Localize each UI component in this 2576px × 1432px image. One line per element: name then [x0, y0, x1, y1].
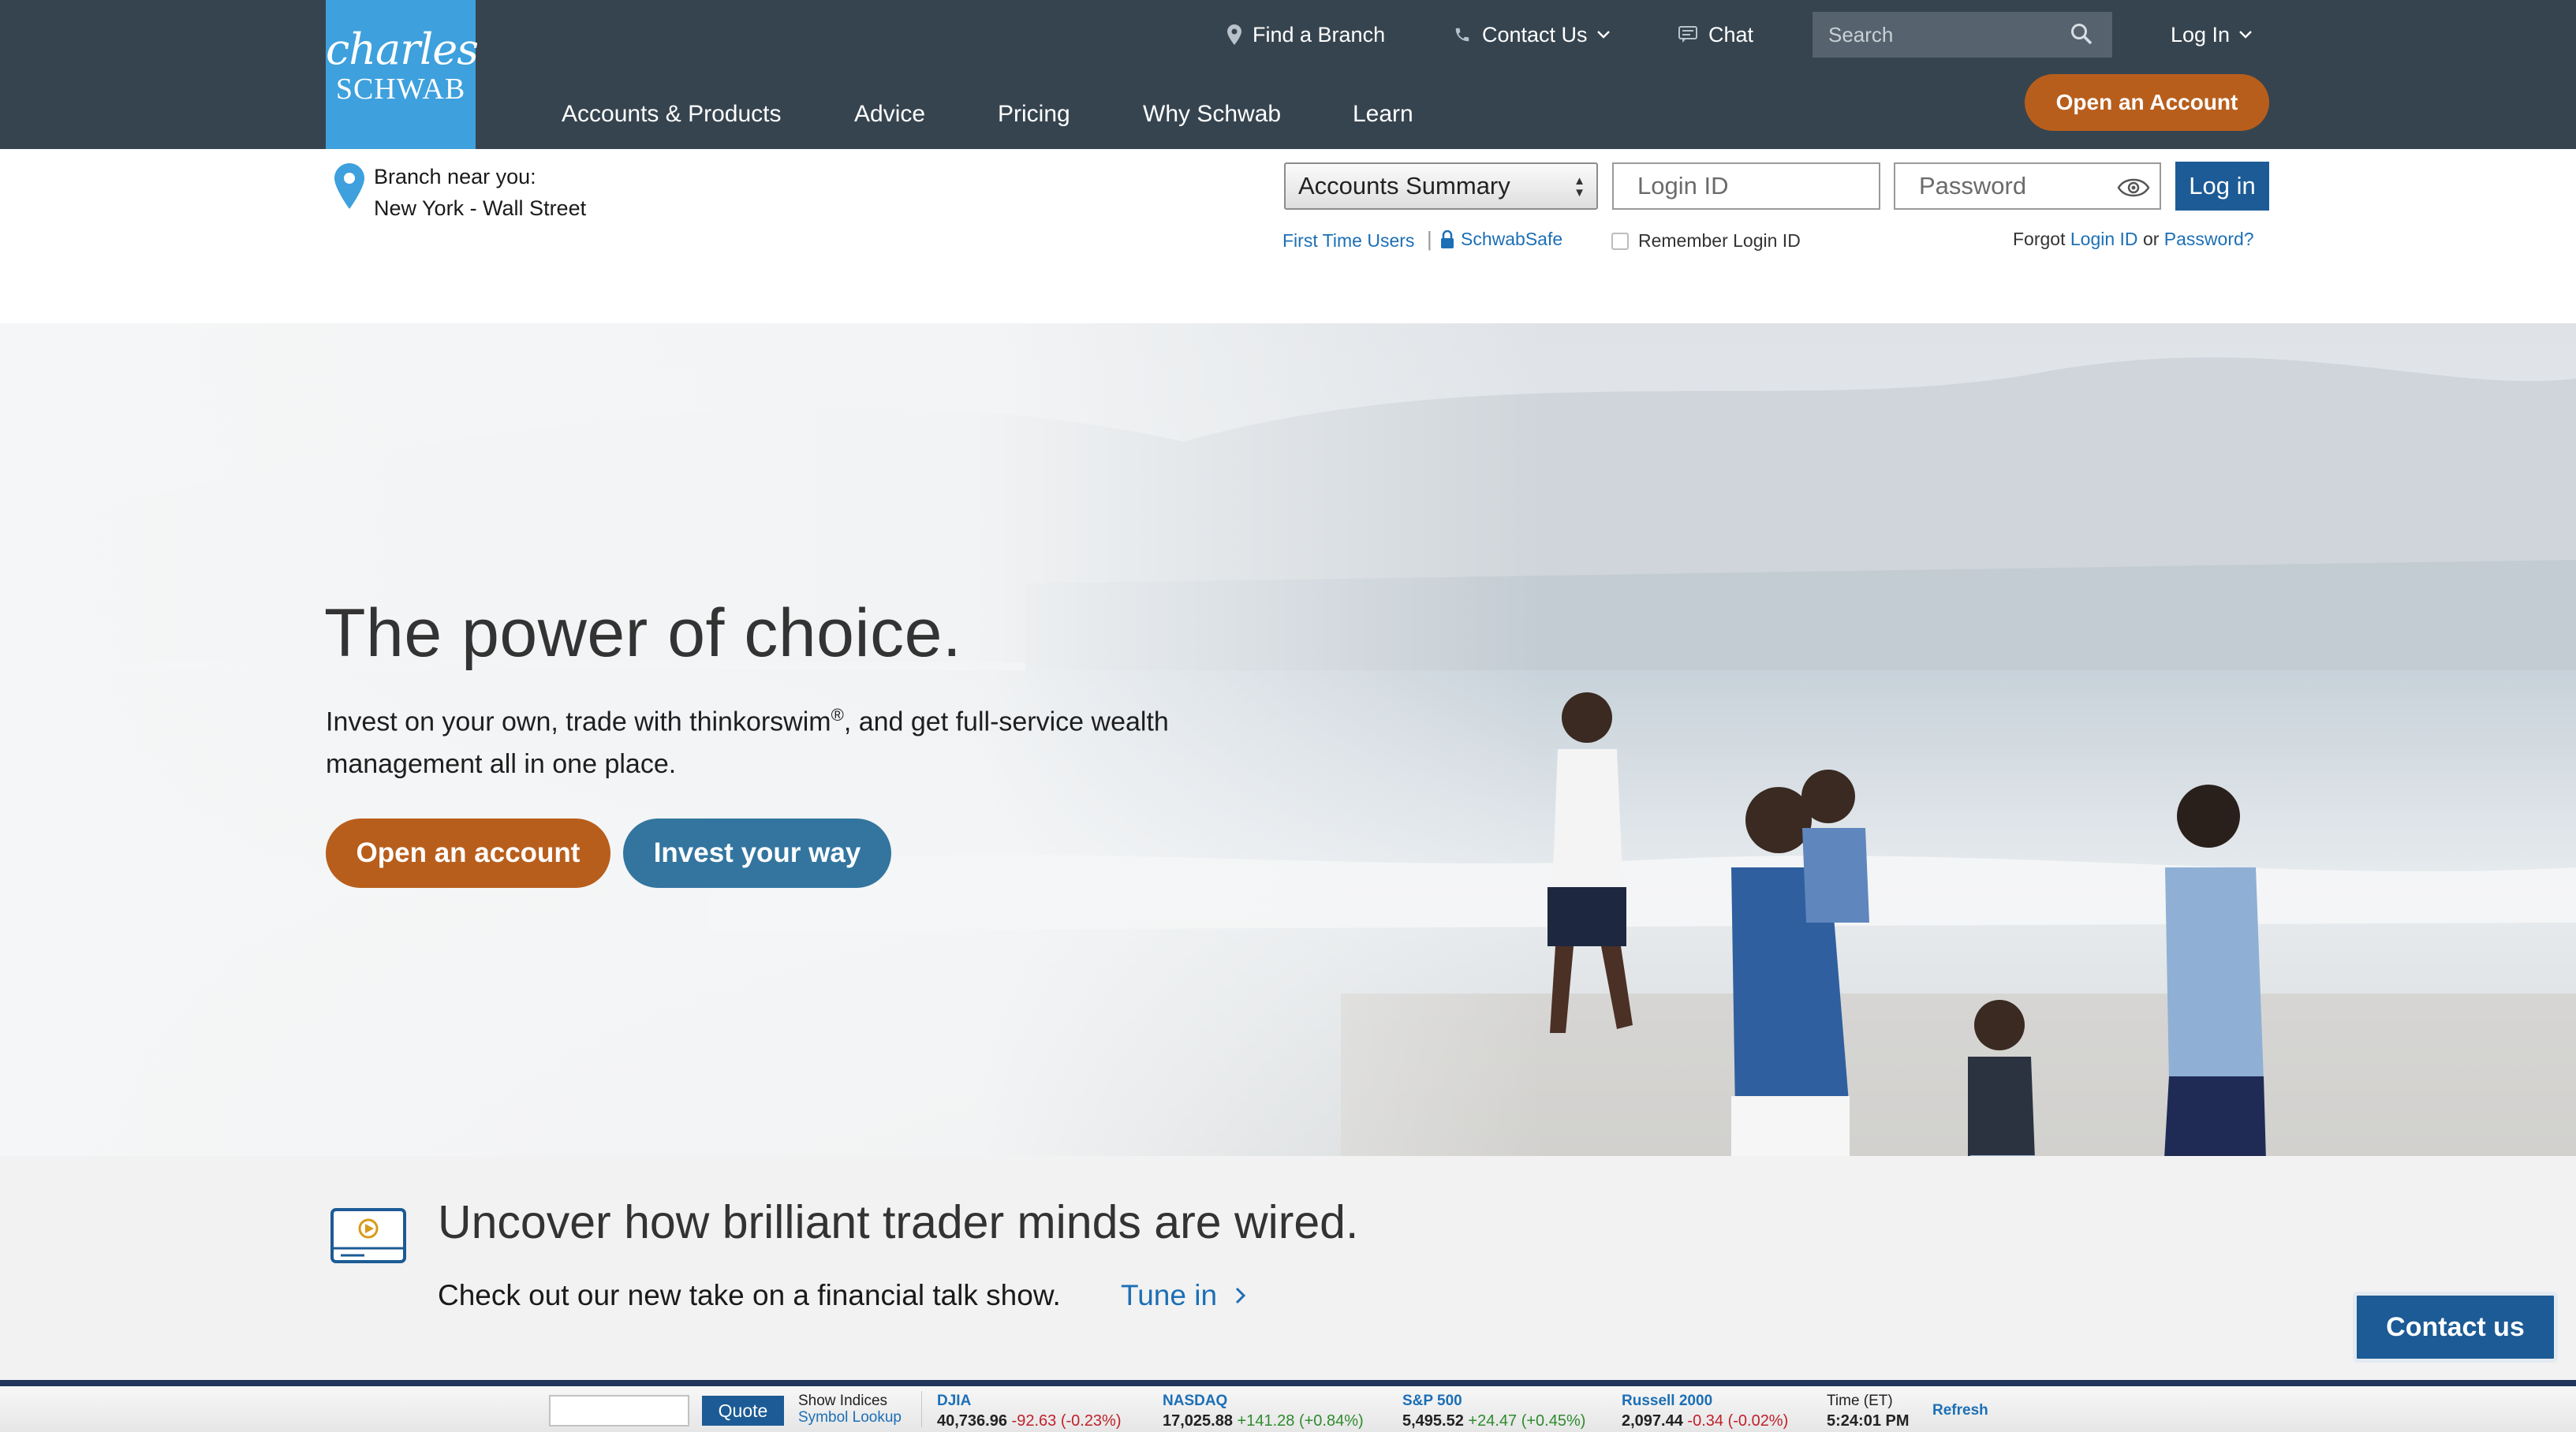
promo-title: Uncover how brilliant trader minds are w…	[438, 1196, 1359, 1248]
password-placeholder: Password	[1919, 172, 2027, 200]
index-value: 2,097.44	[1622, 1412, 1683, 1430]
forgot-prefix: Forgot	[2013, 229, 2066, 249]
search-icon[interactable]	[2070, 22, 2093, 46]
quote-button[interactable]: Quote	[702, 1396, 784, 1426]
eye-icon[interactable]	[2117, 178, 2150, 197]
promo-subtitle: Check out our new take on a financial ta…	[438, 1279, 1061, 1311]
schwab-safe-link[interactable]: SchwabSafe	[1440, 229, 1562, 250]
password-input[interactable]: Password	[1894, 162, 2161, 210]
forgot-login-id-link[interactable]: Login ID	[2070, 229, 2138, 249]
location-pin-icon	[1227, 24, 1241, 45]
branch-name: New York - Wall Street	[374, 196, 587, 220]
index-value: 5,495.52	[1402, 1412, 1464, 1430]
ticker-divider	[0, 1380, 2576, 1386]
log-in-label: Log In	[2171, 22, 2231, 47]
forgot-password-link[interactable]: Password?	[2164, 229, 2254, 249]
refresh-link[interactable]: Refresh	[1932, 1402, 1988, 1419]
contact-us-label: Contact Us	[1482, 22, 1588, 47]
checkbox-box[interactable]	[1611, 232, 1629, 250]
location-pin-icon	[334, 163, 364, 209]
open-account-header-button[interactable]: Open an Account	[2025, 74, 2269, 131]
first-time-users-link[interactable]: First Time Users	[1282, 230, 1414, 252]
nav-accounts-products[interactable]: Accounts & Products	[562, 101, 781, 128]
video-player-icon	[330, 1208, 406, 1263]
contact-us-menu[interactable]: Contact Us	[1454, 17, 1621, 52]
link-separator: |	[1427, 227, 1432, 251]
branch-label: Branch near you:	[374, 165, 536, 188]
nav-learn[interactable]: Learn	[1353, 101, 1413, 128]
index-russell-2000[interactable]: Russell 2000 2,097.44 -0.34 (-0.02%)	[1622, 1393, 1788, 1430]
log-in-button[interactable]: Log in	[2175, 162, 2269, 211]
registered-mark: ®	[831, 705, 844, 725]
schwab-logo[interactable]: charles SCHWAB	[326, 0, 479, 149]
nav-why-schwab[interactable]: Why Schwab	[1143, 101, 1281, 128]
symbol-lookup-link[interactable]: Symbol Lookup	[798, 1409, 902, 1426]
contact-us-floating-button[interactable]: Contact us	[2353, 1292, 2558, 1363]
log-in-menu[interactable]: Log In	[2171, 17, 2263, 52]
hero-body: Invest on your own, trade with thinkorsw…	[326, 694, 1241, 785]
site-header: charles SCHWAB Find a Branch Contact Us …	[0, 0, 2576, 149]
nav-pricing[interactable]: Pricing	[998, 101, 1070, 128]
time-value: 5:24:01 PM	[1827, 1412, 1910, 1430]
search-input[interactable]: Search	[1813, 12, 2112, 58]
nav-advice[interactable]: Advice	[854, 101, 925, 128]
login-id-placeholder: Login ID	[1637, 172, 1729, 200]
forgot-credentials: Forgot Login ID or Password?	[2013, 229, 2254, 250]
time-label: Time (ET)	[1827, 1393, 1893, 1409]
hero-body-part1: Invest on your own, trade with thinkorsw…	[326, 707, 831, 737]
ticker-separator	[921, 1391, 922, 1427]
index-name: NASDAQ	[1163, 1393, 1228, 1409]
select-arrows-icon: ▲ ▼	[1574, 174, 1585, 200]
index-sp500[interactable]: S&P 500 5,495.52 +24.47 (+0.45%)	[1402, 1393, 1585, 1430]
forgot-or: or	[2142, 229, 2160, 249]
index-change: +141.28 (+0.84%)	[1237, 1412, 1364, 1430]
chat-link[interactable]: Chat	[1678, 17, 1753, 52]
index-change: -0.34 (-0.02%)	[1687, 1412, 1789, 1430]
phone-icon	[1455, 28, 1469, 42]
chevron-right-icon	[1235, 1287, 1246, 1304]
invest-your-way-button[interactable]: Invest your way	[623, 819, 891, 888]
remember-label: Remember Login ID	[1638, 230, 1801, 251]
index-change: -92.63 (-0.23%)	[1011, 1412, 1122, 1430]
find-branch-label: Find a Branch	[1253, 22, 1386, 47]
open-account-hero-button[interactable]: Open an account	[326, 819, 610, 888]
chevron-down-icon	[1596, 31, 1610, 39]
index-change: +24.47 (+0.45%)	[1468, 1412, 1586, 1430]
logo-text-schwab: SCHWAB	[335, 73, 466, 106]
index-value: 17,025.88	[1163, 1412, 1233, 1430]
quote-symbol-input[interactable]	[549, 1395, 689, 1426]
promo-section: Uncover how brilliant trader minds are w…	[0, 1156, 2576, 1380]
logo-text-charles: charles	[326, 24, 479, 74]
tune-in-link[interactable]: Tune in	[1121, 1279, 1247, 1312]
remember-login-id-checkbox[interactable]: Remember Login ID	[1611, 230, 1801, 252]
lock-icon	[1441, 229, 1454, 248]
index-nasdaq[interactable]: NASDAQ 17,025.88 +141.28 (+0.84%)	[1163, 1393, 1364, 1430]
tune-in-label: Tune in	[1121, 1279, 1218, 1311]
index-name: DJIA	[937, 1393, 972, 1409]
hero-banner: The power of choice. Invest on your own,…	[0, 323, 2576, 1156]
hero-title: The power of choice.	[324, 595, 962, 671]
schwab-safe-label: SchwabSafe	[1461, 229, 1563, 249]
market-time: Time (ET) 5:24:01 PM	[1827, 1393, 1910, 1430]
index-name: S&P 500	[1402, 1393, 1462, 1409]
index-value: 40,736.96	[937, 1412, 1007, 1430]
chat-label: Chat	[1708, 22, 1754, 47]
chat-bubble-icon	[1678, 26, 1697, 43]
search-placeholder: Search	[1828, 22, 1894, 47]
find-branch-link[interactable]: Find a Branch	[1227, 17, 1385, 52]
chevron-down-icon	[2239, 31, 2252, 39]
account-select-value: Accounts Summary	[1298, 172, 1510, 200]
login-id-input[interactable]: Login ID	[1612, 162, 1880, 210]
index-name: Russell 2000	[1622, 1393, 1713, 1409]
show-indices-label[interactable]: Show Indices	[798, 1393, 887, 1410]
account-destination-select[interactable]: Accounts Summary ▲ ▼	[1284, 162, 1598, 210]
index-djia[interactable]: DJIA 40,736.96 -92.63 (-0.23%)	[937, 1393, 1122, 1430]
market-ticker-bar: Quote Show Indices Symbol Lookup DJIA 40…	[0, 1386, 2576, 1432]
